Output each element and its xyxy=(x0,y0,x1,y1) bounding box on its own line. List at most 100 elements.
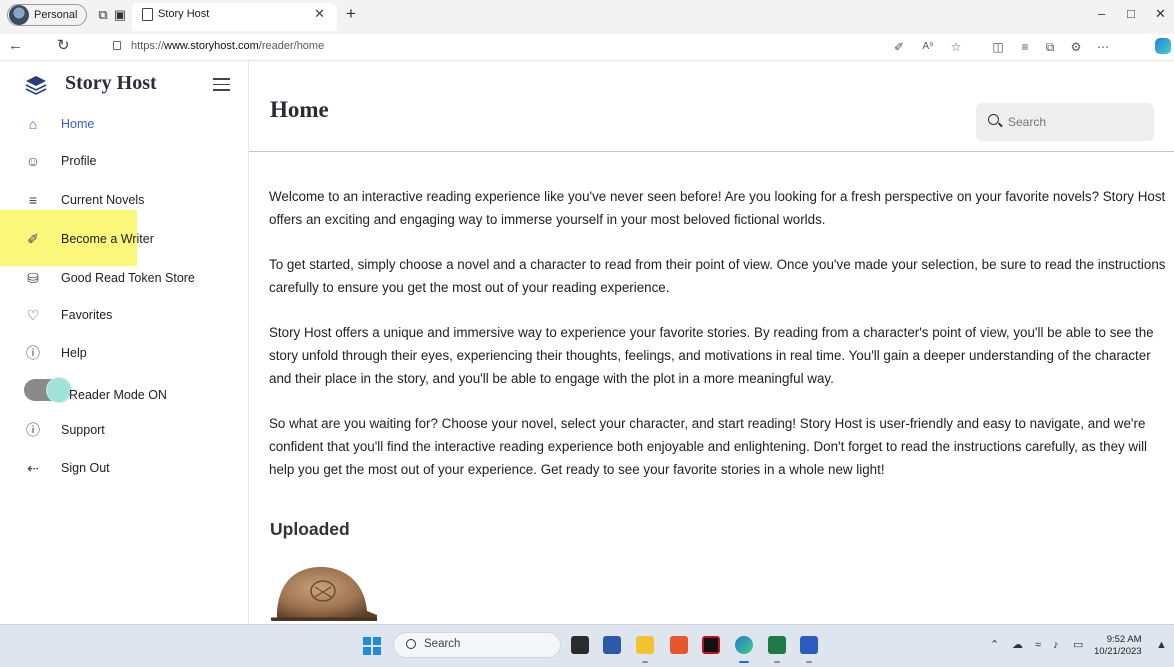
extensions-icon[interactable]: ⚙ xyxy=(1068,39,1084,55)
volume-icon[interactable]: ♪ xyxy=(1053,638,1059,652)
notification-bell-icon[interactable]: ▲ xyxy=(1156,638,1167,652)
sidebar-item-label: Profile xyxy=(61,154,97,168)
windows-taskbar: Search ⌃ ☁ ≈ ♪ ▭ 9:52 AM 10/21/2023 ▲ xyxy=(0,624,1174,667)
netflix-icon[interactable] xyxy=(702,636,720,654)
lock-icon xyxy=(113,41,121,50)
browser-tab-strip: Personal ⧉ ▣ Story Host ✕ + – □ ✕ xyxy=(0,0,1174,34)
sidebar-item-label: Favorites xyxy=(61,308,113,322)
clock-date: 10/21/2023 xyxy=(1094,646,1142,657)
running-indicator xyxy=(806,661,812,663)
tab-actions-icon[interactable]: ▣ xyxy=(112,7,128,23)
refresh-icon[interactable]: ↻ xyxy=(57,37,70,55)
sidebar-item-label: Support xyxy=(61,423,105,437)
user-icon: ☺ xyxy=(25,153,41,169)
sidebar: Story Host ⌂ Home ☺ Profile ≡ Current No… xyxy=(0,61,249,624)
address-bar-row: ← ↻ https://www.storyhost.com/reader/hom… xyxy=(0,34,1174,61)
url-domain: www.storyhost.com xyxy=(164,40,259,52)
onedrive-icon[interactable]: ☁ xyxy=(1012,638,1023,652)
store-icon[interactable] xyxy=(603,636,621,654)
browser-tab[interactable]: Story Host ✕ xyxy=(132,3,337,31)
call-to-action-paragraph: So what are you waiting for? Choose your… xyxy=(269,416,1148,477)
tab-title: Story Host xyxy=(158,8,210,20)
system-clock[interactable]: 9:52 AM 10/21/2023 xyxy=(1094,634,1142,658)
edge-browser-icon[interactable] xyxy=(735,636,753,654)
sidebar-item-label: Sign Out xyxy=(61,461,110,475)
sidebar-item-label: Help xyxy=(61,346,87,360)
sidebar-item-label: Become a Writer xyxy=(61,232,154,246)
key-icon[interactable]: ✐ xyxy=(891,39,907,55)
collections-icon[interactable]: ⧉ xyxy=(1042,39,1058,55)
close-tab-icon[interactable]: ✕ xyxy=(314,4,325,24)
copilot-icon[interactable] xyxy=(1155,38,1171,54)
sidebar-item-favorites[interactable]: ♡ Favorites xyxy=(8,300,248,330)
chevron-up-icon[interactable]: ⌃ xyxy=(990,638,999,652)
intro-paragraph: Welcome to an interactive reading experi… xyxy=(269,189,1166,227)
profile-label: Personal xyxy=(34,9,78,21)
sidebar-item-label: Home xyxy=(61,117,95,131)
minimize-icon[interactable]: – xyxy=(1098,5,1105,23)
active-indicator xyxy=(739,661,749,663)
pencil-icon: ✐ xyxy=(27,231,39,247)
address-bar[interactable]: https://www.storyhost.com/reader/home xyxy=(131,40,324,52)
sidebar-item-token-store[interactable]: ⛁ Good Read Token Store xyxy=(8,263,248,293)
close-window-icon[interactable]: ✕ xyxy=(1155,5,1166,23)
excel-icon[interactable] xyxy=(768,636,786,654)
maximize-icon[interactable]: □ xyxy=(1127,5,1135,23)
sidebar-item-home[interactable]: ⌂ Home xyxy=(8,109,248,139)
taskbar-search-label: Search xyxy=(424,638,461,650)
sidebar-item-label: Good Read Token Store xyxy=(61,271,195,285)
search-icon xyxy=(406,639,416,649)
reader-mode-toggle[interactable] xyxy=(24,378,71,402)
sidebar-item-become-a-writer[interactable]: ✐ Become a Writer xyxy=(8,224,248,254)
word-icon[interactable] xyxy=(800,636,818,654)
search-icon xyxy=(988,114,999,125)
sidebar-item-help[interactable]: ⓘ Help xyxy=(8,338,248,368)
workspaces-icon[interactable]: ⧉ xyxy=(95,7,111,23)
favorites-bar-icon[interactable]: ≡ xyxy=(1017,39,1033,55)
taskbar-search[interactable]: Search xyxy=(393,632,561,658)
header-divider xyxy=(249,151,1174,152)
url-prefix: https:// xyxy=(131,40,165,52)
reader-mode-label: Reader Mode ON xyxy=(69,388,167,402)
battery-icon[interactable]: ▭ xyxy=(1073,638,1083,652)
running-indicator xyxy=(774,661,780,663)
database-icon: ⛁ xyxy=(27,270,39,286)
new-tab-button[interactable]: + xyxy=(346,5,356,23)
favorite-star-icon[interactable]: ☆ xyxy=(948,39,964,55)
getting-started-paragraph: To get started, simply choose a novel an… xyxy=(269,257,1166,295)
sidebar-item-support[interactable]: ⓘ Support xyxy=(8,415,248,445)
read-aloud-icon[interactable]: A⁹ xyxy=(920,39,936,55)
menu-toggle-icon[interactable] xyxy=(213,78,230,95)
running-indicator xyxy=(642,661,648,663)
task-view-icon[interactable] xyxy=(571,636,589,654)
profile-button[interactable]: Personal xyxy=(7,4,87,26)
search-box[interactable] xyxy=(976,103,1154,141)
home-icon: ⌂ xyxy=(28,116,38,132)
more-options-icon[interactable]: ⋯ xyxy=(1095,39,1111,55)
wifi-icon[interactable]: ≈ xyxy=(1035,638,1041,652)
page-icon xyxy=(142,8,153,21)
sign-out-icon: ⇠ xyxy=(27,460,39,476)
sidebar-item-sign-out[interactable]: ⇠ Sign Out xyxy=(8,453,248,483)
uploaded-heading: Uploaded xyxy=(270,519,350,539)
search-input[interactable] xyxy=(1008,115,1138,129)
novel-cover-thumbnail[interactable] xyxy=(269,561,379,625)
avatar xyxy=(9,5,29,25)
split-screen-icon[interactable]: ◫ xyxy=(990,39,1006,55)
file-explorer-icon[interactable] xyxy=(636,636,654,654)
brand-name: Story Host xyxy=(65,72,157,94)
book-open-icon: ≡ xyxy=(28,192,38,208)
sidebar-item-label: Current Novels xyxy=(61,193,145,207)
office-icon[interactable] xyxy=(670,636,688,654)
back-icon[interactable]: ← xyxy=(8,37,23,55)
heart-icon: ♡ xyxy=(26,307,40,323)
layers-logo-icon xyxy=(25,76,47,95)
help-icon: ⓘ xyxy=(26,345,40,361)
sidebar-item-current-novels[interactable]: ≡ Current Novels xyxy=(8,185,248,215)
features-paragraph: Story Host offers a unique and immersive… xyxy=(269,325,1154,386)
help-icon: ⓘ xyxy=(26,422,40,438)
url-path: /reader/home xyxy=(258,40,325,52)
windows-start-icon[interactable] xyxy=(363,637,381,655)
sidebar-item-profile[interactable]: ☺ Profile xyxy=(8,146,248,176)
page-title: Home xyxy=(270,97,329,122)
